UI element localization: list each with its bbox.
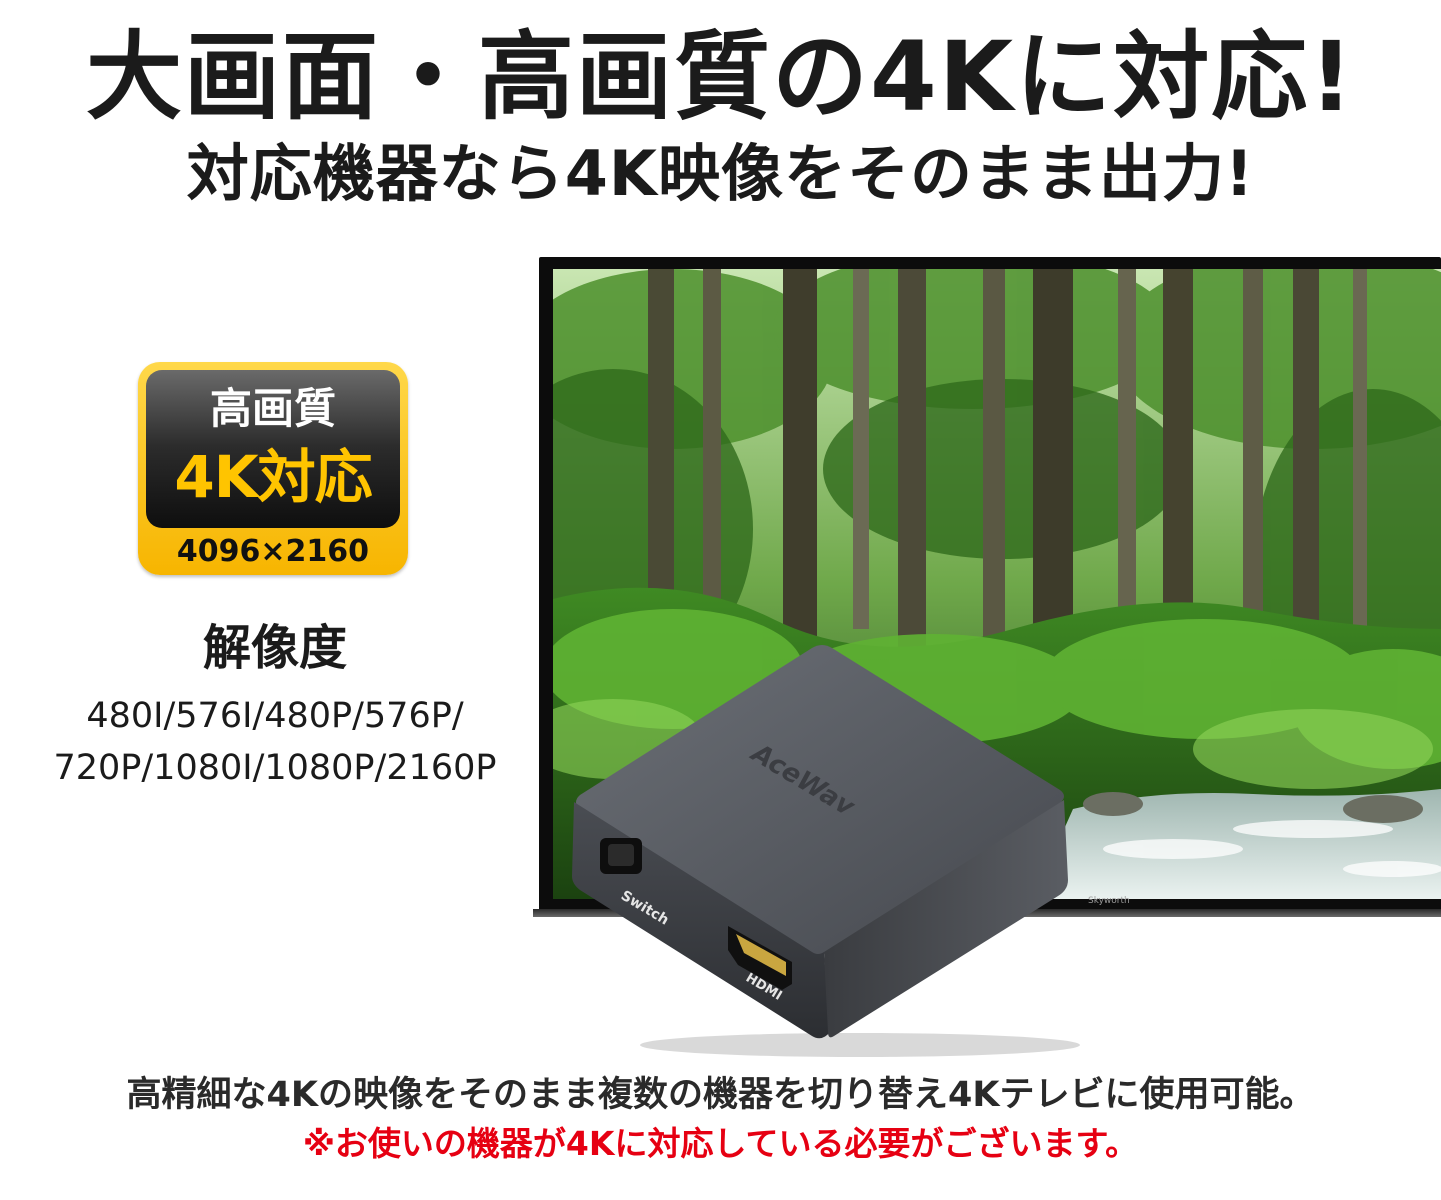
feature-description: 高精細な4Kの映像をそのまま複数の機器を切り替え4Kテレビに使用可能。: [126, 1075, 1315, 1115]
resolution-line-2: 720P/1080I/1080P/2160P: [53, 748, 497, 788]
badge-resolution: 4096×2160: [176, 534, 370, 569]
badge-4k-label: 4K対応: [174, 443, 372, 511]
4k-badge: 高画質 4K対応 4096×2160: [138, 362, 408, 575]
headline: 大画面・高画質の4Kに対応!: [86, 21, 1355, 133]
badge-dark-panel: 高画質 4K対応: [146, 370, 400, 528]
badge-title: 高画質: [209, 384, 336, 433]
tv-brand-label: Skyworth: [1088, 896, 1130, 906]
resolution-list: 480I/576I/480P/576P/ 720P/1080I/1080P/21…: [20, 690, 530, 794]
subheadline: 対応機器なら4K映像をそのまま出力!: [186, 137, 1255, 210]
compatibility-note: ※お使いの機器が4Kに対応している必要がございます。: [302, 1124, 1139, 1163]
hdmi-switch-device: Switch HDMI AceWav: [560, 640, 1080, 1060]
resolution-label: 解像度: [202, 620, 347, 676]
resolution-line-1: 480I/576I/480P/576P/: [86, 696, 464, 736]
